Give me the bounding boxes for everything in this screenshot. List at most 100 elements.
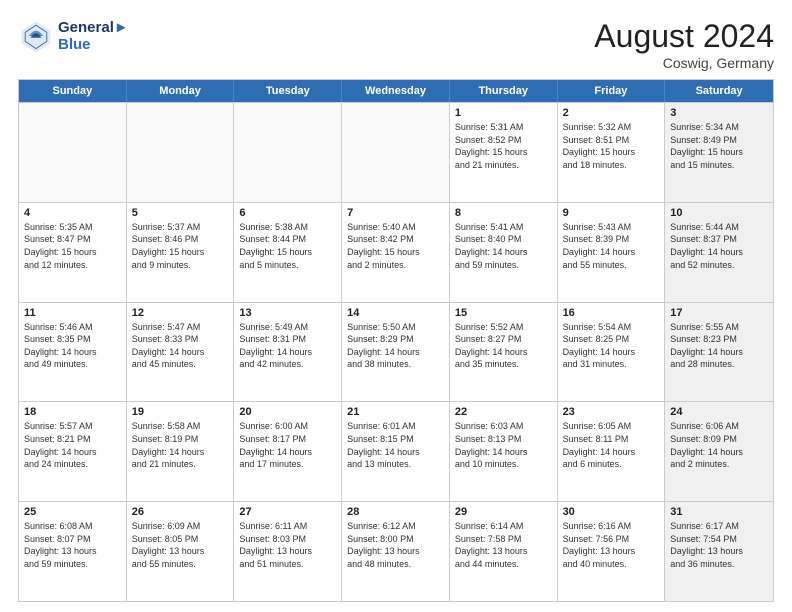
day-cell-9: 9Sunrise: 5:43 AM Sunset: 8:39 PM Daylig…: [558, 203, 666, 302]
cell-info: Sunrise: 6:14 AM Sunset: 7:58 PM Dayligh…: [455, 520, 552, 570]
day-cell-23: 23Sunrise: 6:05 AM Sunset: 8:11 PM Dayli…: [558, 402, 666, 501]
calendar-row-2: 4Sunrise: 5:35 AM Sunset: 8:47 PM Daylig…: [19, 202, 773, 302]
cell-info: Sunrise: 5:47 AM Sunset: 8:33 PM Dayligh…: [132, 321, 229, 371]
location: Coswig, Germany: [594, 55, 774, 71]
title-block: August 2024 Coswig, Germany: [594, 18, 774, 71]
logo: General► Blue: [18, 18, 129, 54]
cell-info: Sunrise: 6:12 AM Sunset: 8:00 PM Dayligh…: [347, 520, 444, 570]
calendar: SundayMondayTuesdayWednesdayThursdayFrid…: [18, 79, 774, 602]
calendar-row-3: 11Sunrise: 5:46 AM Sunset: 8:35 PM Dayli…: [19, 302, 773, 402]
day-number: 22: [455, 406, 552, 418]
day-cell-11: 11Sunrise: 5:46 AM Sunset: 8:35 PM Dayli…: [19, 303, 127, 402]
day-number: 8: [455, 207, 552, 219]
cell-info: Sunrise: 5:44 AM Sunset: 8:37 PM Dayligh…: [670, 221, 768, 271]
day-cell-21: 21 Sunrise: 6:01 AM Sunset: 8:15 PM Dayli…: [342, 402, 450, 501]
cell-info: Sunrise: 5:37 AM Sunset: 8:46 PM Dayligh…: [132, 221, 229, 271]
day-cell-2: 2Sunrise: 5:32 AM Sunset: 8:51 PM Daylig…: [558, 103, 666, 202]
day-cell-10: 10 Sunrise: 5:44 AM Sunset: 8:37 PM Dayli…: [665, 203, 773, 302]
day-cell-14: 14 Sunrise: 5:50 AM Sunset: 8:29 PM Dayli…: [342, 303, 450, 402]
day-cell-30: 30 Sunrise: 6:16 AM Sunset: 7:56 PM Dayli…: [558, 502, 666, 601]
day-cell-22: 22 Sunrise: 6:03 AM Sunset: 8:13 PM Dayli…: [450, 402, 558, 501]
cell-info: Sunrise: 5:40 AM Sunset: 8:42 PM Dayligh…: [347, 221, 444, 271]
cell-info: Sunrise: 5:34 AM Sunset: 8:49 PM Dayligh…: [670, 121, 768, 171]
day-number: 18: [24, 406, 121, 418]
cell-info: Sunrise: 6:06 AM Sunset: 8:09 PM Dayligh…: [670, 420, 768, 470]
weekday-header-saturday: Saturday: [665, 80, 773, 102]
day-number: 9: [563, 207, 660, 219]
cell-info: Sunrise: 5:38 AM Sunset: 8:44 PM Dayligh…: [239, 221, 336, 271]
empty-cell-0-1: [127, 103, 235, 202]
cell-info: Sunrise: 5:41 AM Sunset: 8:40 PM Dayligh…: [455, 221, 552, 271]
weekday-header-monday: Monday: [127, 80, 235, 102]
day-number: 27: [239, 506, 336, 518]
page: General► Blue August 2024 Coswig, German…: [0, 0, 792, 612]
day-cell-12: 12 Sunrise: 5:47 AM Sunset: 8:33 PM Dayli…: [127, 303, 235, 402]
day-number: 30: [563, 506, 660, 518]
day-cell-31: 31 Sunrise: 6:17 AM Sunset: 7:54 PM Dayli…: [665, 502, 773, 601]
calendar-row-1: 1 Sunrise: 5:31 AM Sunset: 8:52 PM Daylig…: [19, 102, 773, 202]
day-cell-24: 24 Sunrise: 6:06 AM Sunset: 8:09 PM Dayli…: [665, 402, 773, 501]
day-cell-25: 25 Sunrise: 6:08 AM Sunset: 8:07 PM Dayli…: [19, 502, 127, 601]
day-number: 15: [455, 307, 552, 319]
day-number: 17: [670, 307, 768, 319]
cell-info: Sunrise: 5:57 AM Sunset: 8:21 PM Dayligh…: [24, 420, 121, 470]
day-number: 19: [132, 406, 229, 418]
cell-info: Sunrise: 6:05 AM Sunset: 8:11 PM Dayligh…: [563, 420, 660, 470]
day-cell-26: 26 Sunrise: 6:09 AM Sunset: 8:05 PM Dayli…: [127, 502, 235, 601]
day-cell-1: 1 Sunrise: 5:31 AM Sunset: 8:52 PM Daylig…: [450, 103, 558, 202]
cell-info: Sunrise: 6:01 AM Sunset: 8:15 PM Dayligh…: [347, 420, 444, 470]
day-number: 2: [563, 107, 660, 119]
day-cell-20: 20Sunrise: 6:00 AM Sunset: 8:17 PM Dayli…: [234, 402, 342, 501]
header: General► Blue August 2024 Coswig, German…: [18, 18, 774, 71]
day-cell-29: 29 Sunrise: 6:14 AM Sunset: 7:58 PM Dayli…: [450, 502, 558, 601]
day-number: 10: [670, 207, 768, 219]
cell-info: Sunrise: 5:46 AM Sunset: 8:35 PM Dayligh…: [24, 321, 121, 371]
cell-info: Sunrise: 6:03 AM Sunset: 8:13 PM Dayligh…: [455, 420, 552, 470]
day-number: 21: [347, 406, 444, 418]
day-cell-3: 3 Sunrise: 5:34 AM Sunset: 8:49 PM Daylig…: [665, 103, 773, 202]
day-cell-7: 7Sunrise: 5:40 AM Sunset: 8:42 PM Daylig…: [342, 203, 450, 302]
logo-icon: [18, 18, 54, 54]
day-number: 29: [455, 506, 552, 518]
cell-info: Sunrise: 6:08 AM Sunset: 8:07 PM Dayligh…: [24, 520, 121, 570]
calendar-body: 1 Sunrise: 5:31 AM Sunset: 8:52 PM Daylig…: [19, 102, 773, 601]
day-cell-4: 4Sunrise: 5:35 AM Sunset: 8:47 PM Daylig…: [19, 203, 127, 302]
day-number: 31: [670, 506, 768, 518]
day-cell-28: 28 Sunrise: 6:12 AM Sunset: 8:00 PM Dayli…: [342, 502, 450, 601]
weekday-header-friday: Friday: [558, 80, 666, 102]
day-number: 3: [670, 107, 768, 119]
calendar-row-4: 18 Sunrise: 5:57 AM Sunset: 8:21 PM Dayli…: [19, 401, 773, 501]
day-number: 14: [347, 307, 444, 319]
weekday-header-tuesday: Tuesday: [234, 80, 342, 102]
cell-info: Sunrise: 5:49 AM Sunset: 8:31 PM Dayligh…: [239, 321, 336, 371]
cell-info: Sunrise: 6:09 AM Sunset: 8:05 PM Dayligh…: [132, 520, 229, 570]
day-number: 28: [347, 506, 444, 518]
weekday-header-sunday: Sunday: [19, 80, 127, 102]
cell-info: Sunrise: 6:11 AM Sunset: 8:03 PM Dayligh…: [239, 520, 336, 570]
day-number: 25: [24, 506, 121, 518]
cell-info: Sunrise: 6:17 AM Sunset: 7:54 PM Dayligh…: [670, 520, 768, 570]
empty-cell-0-0: [19, 103, 127, 202]
day-cell-19: 19 Sunrise: 5:58 AM Sunset: 8:19 PM Dayli…: [127, 402, 235, 501]
cell-info: Sunrise: 5:50 AM Sunset: 8:29 PM Dayligh…: [347, 321, 444, 371]
cell-info: Sunrise: 6:00 AM Sunset: 8:17 PM Dayligh…: [239, 420, 336, 470]
day-number: 1: [455, 107, 552, 119]
cell-info: Sunrise: 5:31 AM Sunset: 8:52 PM Dayligh…: [455, 121, 552, 171]
logo-text: General► Blue: [58, 19, 129, 53]
day-number: 26: [132, 506, 229, 518]
day-number: 12: [132, 307, 229, 319]
day-cell-6: 6 Sunrise: 5:38 AM Sunset: 8:44 PM Daylig…: [234, 203, 342, 302]
day-cell-8: 8 Sunrise: 5:41 AM Sunset: 8:40 PM Daylig…: [450, 203, 558, 302]
cell-info: Sunrise: 5:58 AM Sunset: 8:19 PM Dayligh…: [132, 420, 229, 470]
day-number: 6: [239, 207, 336, 219]
day-cell-17: 17 Sunrise: 5:55 AM Sunset: 8:23 PM Dayli…: [665, 303, 773, 402]
day-cell-16: 16Sunrise: 5:54 AM Sunset: 8:25 PM Dayli…: [558, 303, 666, 402]
cell-info: Sunrise: 5:55 AM Sunset: 8:23 PM Dayligh…: [670, 321, 768, 371]
cell-info: Sunrise: 5:52 AM Sunset: 8:27 PM Dayligh…: [455, 321, 552, 371]
cell-info: Sunrise: 5:54 AM Sunset: 8:25 PM Dayligh…: [563, 321, 660, 371]
cell-info: Sunrise: 6:16 AM Sunset: 7:56 PM Dayligh…: [563, 520, 660, 570]
day-number: 24: [670, 406, 768, 418]
day-cell-15: 15 Sunrise: 5:52 AM Sunset: 8:27 PM Dayli…: [450, 303, 558, 402]
empty-cell-0-3: [342, 103, 450, 202]
calendar-header: SundayMondayTuesdayWednesdayThursdayFrid…: [19, 80, 773, 102]
